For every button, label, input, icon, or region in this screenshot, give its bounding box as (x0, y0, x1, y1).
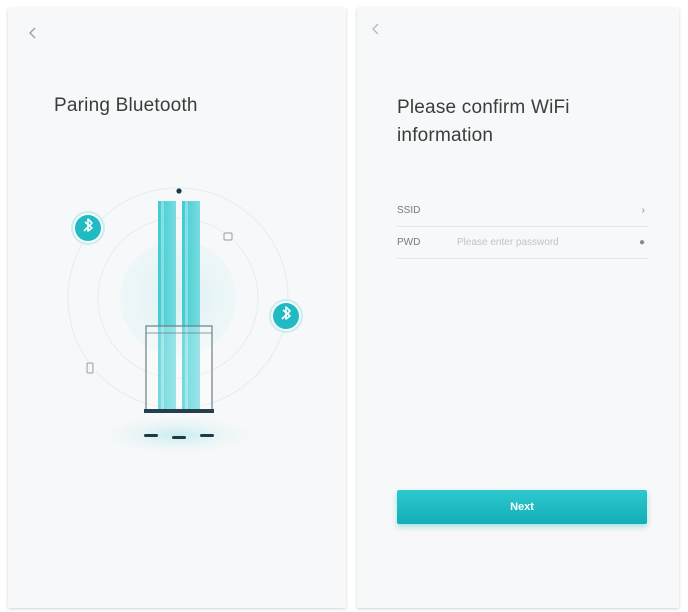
chevron-left-icon[interactable] (369, 22, 383, 36)
chevron-left-icon[interactable] (26, 26, 40, 40)
bluetooth-icon (269, 299, 303, 333)
bluetooth-pairing-illustration (67, 187, 303, 455)
eye-icon[interactable]: ● (639, 237, 645, 248)
next-button[interactable]: Next (397, 490, 647, 524)
phone-icon (83, 361, 97, 375)
info-icon (221, 230, 235, 244)
bluetooth-icon (71, 211, 105, 245)
wifi-confirm-screen: Please confirm WiFi information SSID › P… (357, 8, 679, 608)
bluetooth-pairing-screen: Paring Bluetooth (8, 8, 346, 608)
ssid-field[interactable]: SSID › (397, 196, 649, 227)
password-field[interactable]: PWD ● (397, 228, 649, 259)
chevron-right-icon[interactable]: › (642, 205, 645, 216)
ssid-label: SSID (397, 205, 421, 216)
page-title: Please confirm WiFi information (397, 97, 570, 146)
password-input[interactable] (457, 233, 617, 251)
password-label: PWD (397, 237, 421, 248)
page-title: Paring Bluetooth (54, 95, 198, 116)
